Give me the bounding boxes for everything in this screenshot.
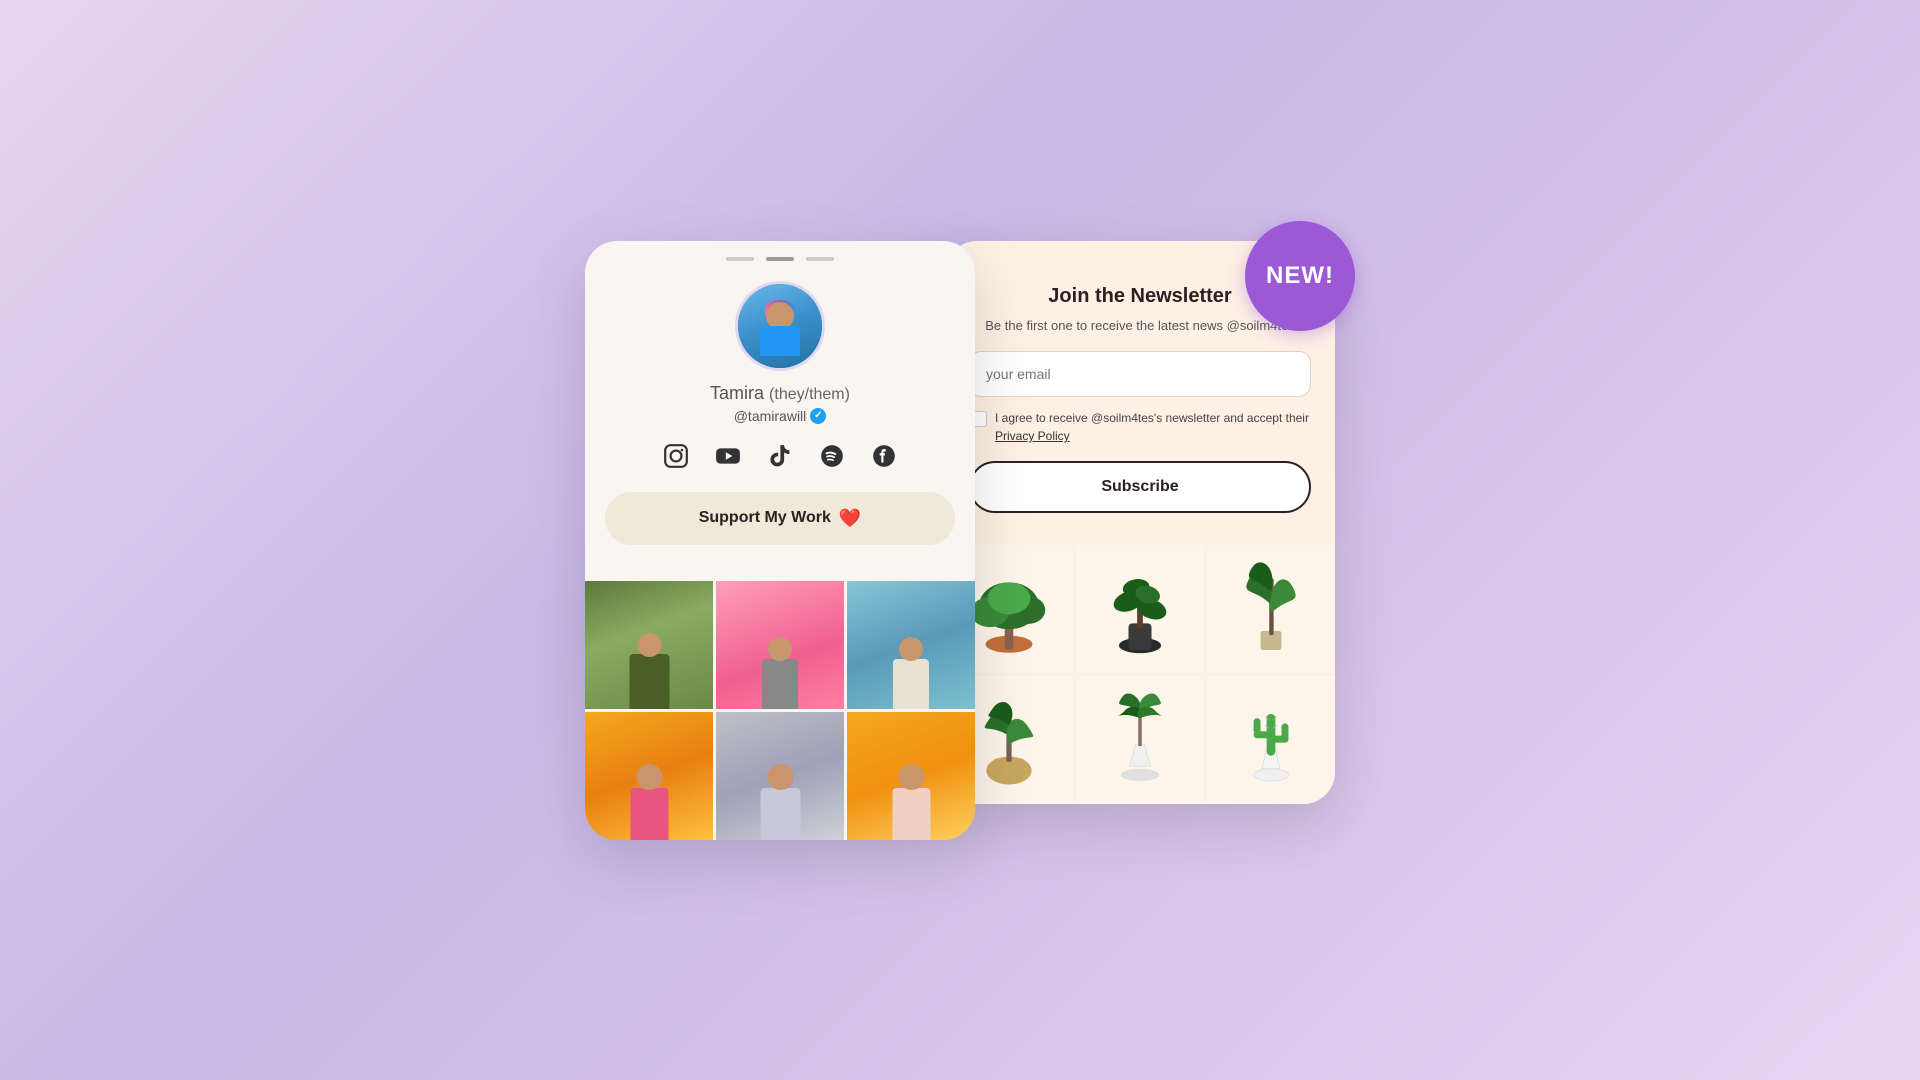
plant-cell-5[interactable] bbox=[1076, 676, 1204, 804]
dot-2 bbox=[766, 257, 794, 261]
plant-rubber-svg bbox=[1092, 561, 1188, 657]
avatar-image bbox=[738, 284, 822, 368]
profile-handle: @tamirawill ✓ bbox=[734, 408, 827, 424]
subscribe-button[interactable]: Subscribe bbox=[969, 461, 1311, 513]
social-icons-row bbox=[660, 440, 900, 472]
profile-name: Tamira (they/them) bbox=[710, 383, 850, 404]
profile-section: Tamira (they/them) @tamirawill ✓ bbox=[585, 269, 975, 565]
photo-cell-6[interactable] bbox=[847, 712, 975, 840]
tiktok-icon[interactable] bbox=[764, 440, 796, 472]
photo-grid bbox=[585, 581, 975, 840]
person-body bbox=[760, 326, 800, 356]
pagination-dots bbox=[585, 241, 975, 269]
support-my-work-button[interactable]: Support My Work ❤️ bbox=[605, 492, 955, 545]
plant-tall-svg bbox=[1223, 561, 1319, 657]
avatar bbox=[735, 281, 825, 371]
plant-cell-6[interactable] bbox=[1207, 676, 1335, 804]
photo-cell-3[interactable] bbox=[847, 581, 975, 709]
scene: Tamira (they/them) @tamirawill ✓ bbox=[585, 241, 1335, 840]
photo-cell-4[interactable] bbox=[585, 712, 713, 840]
facebook-icon[interactable] bbox=[868, 440, 900, 472]
dot-1 bbox=[726, 257, 754, 261]
right-wrapper: NEW! Join the Newsletter Be the first on… bbox=[975, 241, 1335, 805]
new-badge-label: NEW! bbox=[1266, 262, 1334, 290]
plant-dracaena-svg bbox=[1092, 692, 1188, 788]
photo-cell-2[interactable] bbox=[716, 581, 844, 709]
youtube-icon[interactable] bbox=[712, 440, 744, 472]
photo-cell-5[interactable] bbox=[716, 712, 844, 840]
plant-cell-3[interactable] bbox=[1207, 545, 1335, 673]
plant-cell-2[interactable] bbox=[1076, 545, 1204, 673]
dot-3 bbox=[806, 257, 834, 261]
heart-emoji: ❤️ bbox=[839, 508, 861, 529]
email-input[interactable] bbox=[969, 351, 1311, 397]
newsletter-description: Be the first one to receive the latest n… bbox=[969, 316, 1311, 336]
instagram-icon[interactable] bbox=[660, 440, 692, 472]
verified-badge: ✓ bbox=[810, 408, 826, 424]
photo-cell-1[interactable] bbox=[585, 581, 713, 709]
checkbox-label: I agree to receive @soilm4tes's newslett… bbox=[995, 409, 1309, 445]
new-badge: NEW! bbox=[1245, 221, 1355, 331]
left-phone-card: Tamira (they/them) @tamirawill ✓ bbox=[585, 241, 975, 840]
privacy-policy-link[interactable]: Privacy Policy bbox=[995, 429, 1070, 443]
plant-bonsai-svg bbox=[961, 561, 1057, 657]
plant-grid bbox=[945, 545, 1335, 804]
plant-cactus-svg bbox=[1223, 692, 1319, 788]
plant-fiddle-svg bbox=[961, 692, 1057, 788]
spotify-icon[interactable] bbox=[816, 440, 848, 472]
checkbox-row: I agree to receive @soilm4tes's newslett… bbox=[969, 409, 1311, 445]
